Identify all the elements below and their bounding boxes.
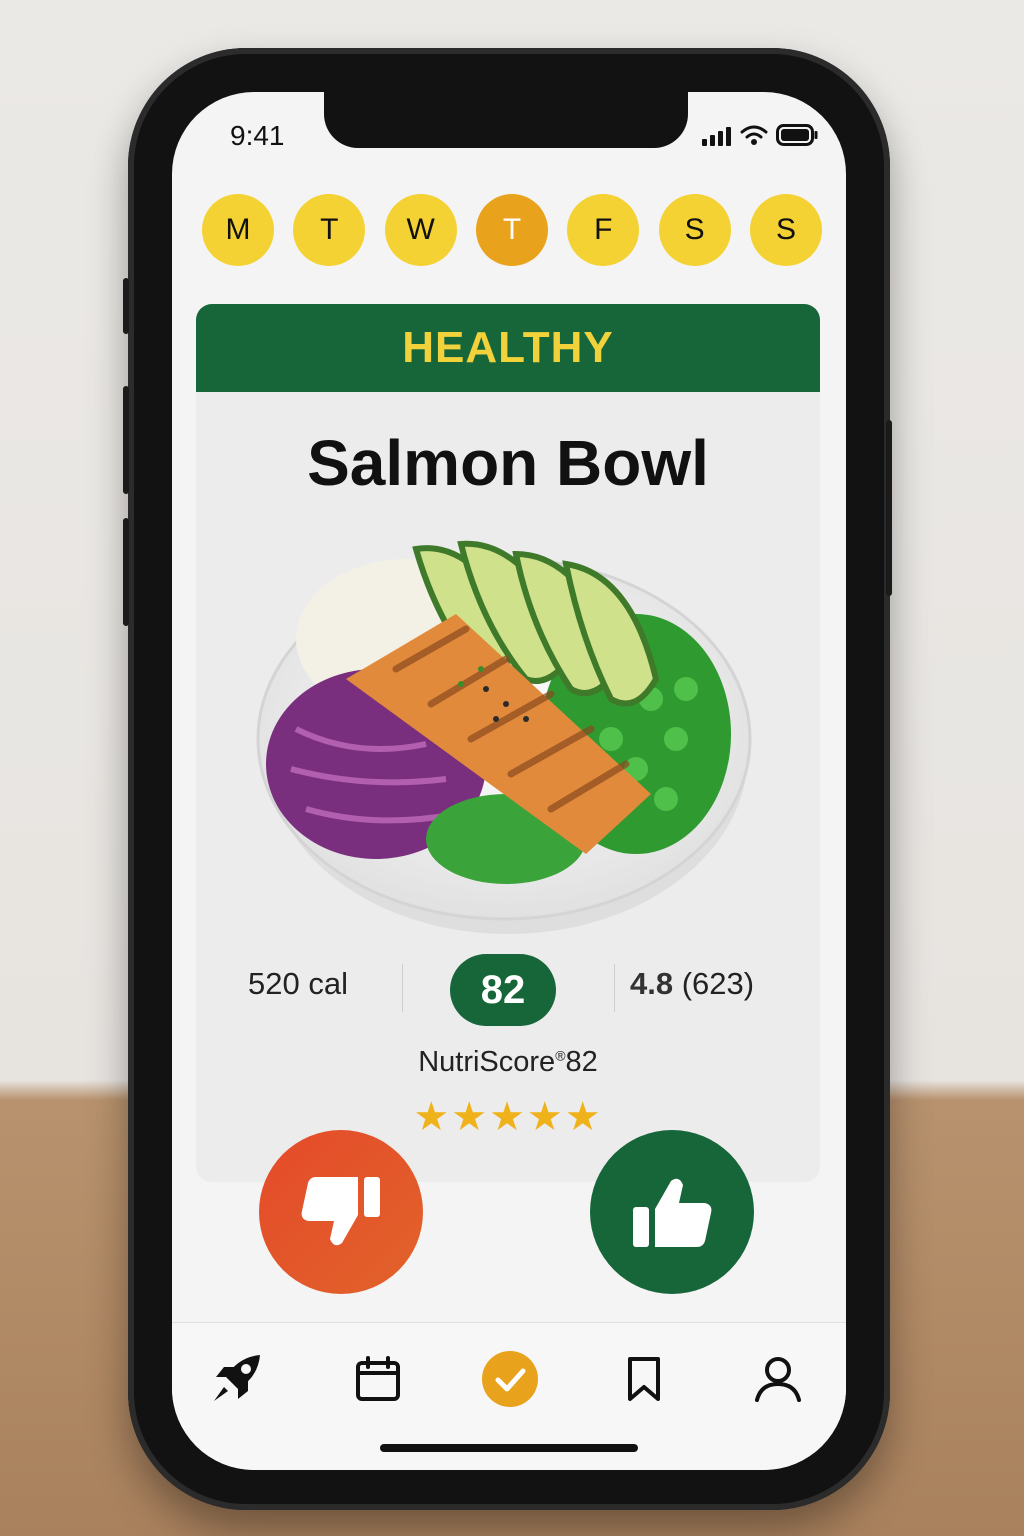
wifi-icon [740, 125, 768, 145]
score-badge: 82 [450, 954, 556, 1026]
day-wednesday[interactable]: W [384, 194, 457, 266]
dislike-button[interactable] [259, 1130, 423, 1294]
volume-down-button [123, 518, 129, 626]
day-saturday[interactable]: S [658, 194, 731, 266]
category-banner: HEALTHY [196, 304, 820, 392]
rating-count: (623) [681, 966, 755, 1001]
nutriscore-value: 82 [565, 1046, 598, 1078]
stats-divider [614, 964, 615, 1012]
day-monday[interactable]: M [202, 194, 274, 266]
thumbs-down-icon [301, 1177, 380, 1246]
registered-mark: ® [555, 1047, 566, 1064]
tab-calendar[interactable] [348, 1349, 408, 1409]
thumbs-up-icon [633, 1178, 712, 1247]
tab-today[interactable] [480, 1349, 540, 1409]
day-thursday[interactable]: T [475, 194, 548, 266]
nutriscore-text: NutriScore [418, 1046, 556, 1078]
signal-icon [702, 127, 731, 146]
tab-profile[interactable] [748, 1349, 808, 1409]
like-button[interactable] [590, 1130, 754, 1294]
nutriscore-label: NutriScore®82 [196, 1046, 820, 1079]
day-tuesday[interactable]: T [293, 194, 366, 266]
notch [324, 92, 688, 148]
day-friday[interactable]: F [567, 194, 640, 266]
calendar-icon [356, 1356, 400, 1401]
mute-switch [123, 278, 129, 334]
home-indicator[interactable] [380, 1444, 638, 1452]
user-icon [755, 1357, 801, 1402]
stats-divider [402, 964, 403, 1012]
day-sunday[interactable]: S [749, 194, 822, 266]
tab-explore[interactable] [206, 1349, 266, 1409]
status-time: 9:41 [230, 120, 285, 151]
power-button [886, 420, 892, 596]
meal-title: Salmon Bowl [307, 427, 709, 499]
day-selector: M T W T F S S [202, 194, 822, 266]
rating: 4.8 (623) [630, 966, 754, 1002]
bookmark-icon [628, 1357, 660, 1401]
meal-stats: 520 cal 82 4.8 (623) [196, 954, 820, 1034]
check-circle-icon [482, 1351, 538, 1407]
volume-up-button [123, 386, 129, 494]
star-rating: ★★★★★ [413, 1095, 603, 1139]
rocket-icon [214, 1355, 260, 1401]
meal-image [256, 529, 756, 944]
battery-icon [776, 124, 818, 146]
rating-value: 4.8 [630, 966, 674, 1001]
meal-card: HEALTHY Salmon Bowl 520 cal 82 4.8 (623)… [196, 304, 820, 1182]
status-icons [702, 124, 818, 146]
phone-screen: 9:41 M T W T F S S HEALTHY Salmon Bowl 5… [172, 92, 846, 1470]
calories-value: 520 cal [248, 966, 348, 1001]
tab-saved[interactable] [614, 1349, 674, 1409]
